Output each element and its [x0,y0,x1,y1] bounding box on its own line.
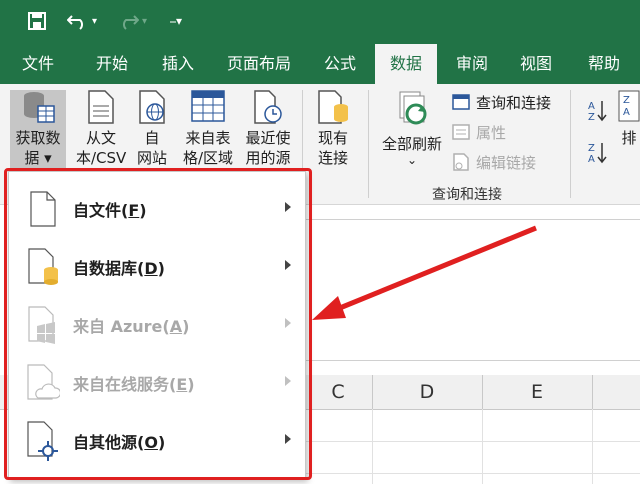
edit-links-icon [453,153,469,171]
from-table-range-button[interactable]: 来自表 格/区域 [180,90,236,168]
sort-descending-button[interactable]: ZA [586,140,608,168]
get-data-label: 获取数 [15,129,61,147]
svg-text:Z: Z [588,112,595,122]
recent-label-2: 用的源 [245,149,291,167]
recent-label: 最近使 [245,129,291,147]
grid-col-line [482,409,483,484]
text-file-icon [88,90,114,124]
tab-review[interactable]: 审阅 [446,44,498,84]
from-web-label: 自 [144,129,160,147]
svg-text:A: A [588,154,595,164]
from-text-label-2: 本/CSV [76,149,127,167]
grid-row-line [300,441,640,442]
sort-za-icon: ZA [588,143,607,164]
existing-label: 现有 [317,129,348,147]
undo-icon[interactable]: ▾ [62,8,102,34]
svg-text:Z: Z [588,143,595,154]
web-icon [139,90,165,124]
tab-view[interactable]: 视图 [510,44,562,84]
refresh-all-caret: ⌄ [406,153,418,167]
queries-connections-label: 查询和连接 [476,93,552,112]
cloud-icon [23,359,63,407]
from-text-label: 从文 [85,129,116,147]
properties-icon [452,124,470,140]
recent-sources-icon [254,90,282,124]
database-table-icon [24,92,55,123]
from-table-label: 来自表 [185,129,231,147]
svg-text:Z: Z [623,95,630,106]
submenu-arrow-icon [285,318,291,328]
menu-item-label: 自文件(F) [73,201,147,220]
azure-icon [23,301,63,349]
tab-data[interactable]: 数据 [375,44,437,84]
submenu-arrow-icon [285,376,291,386]
ribbon-separator [368,90,369,198]
menu-item-label: 自数据库(D) [73,259,165,278]
submenu-arrow-icon [285,260,291,270]
tab-file[interactable]: 文件 [10,44,66,84]
ribbon-separator [570,90,571,198]
from-web-label-2: 网站 [136,149,167,167]
ribbon-tabs: 文件 开始 插入 页面布局 公式 数据 审阅 视图 帮助 [0,44,640,84]
menu-item-label: 来自 Azure(A) [73,317,190,336]
menu-item-from-database[interactable]: 自数据库(D) [9,238,305,296]
menu-item-from-azure[interactable]: 来自 Azure(A) [9,296,305,354]
from-text-csv-button[interactable]: 从文 本/CSV [76,90,126,168]
from-table-label-2: 格/区域 [182,149,234,167]
edit-links-button[interactable]: 编辑链接 [452,150,536,174]
grid-col-line [372,409,373,484]
sort-button[interactable]: ZA 排 [618,90,640,148]
refresh-all-button[interactable]: 全部刷新 ⌄ [376,90,448,166]
submenu-arrow-icon [285,202,291,212]
from-web-button[interactable]: 自 网站 [130,90,174,168]
menu-item-from-other-sources[interactable]: 自其他源(O) [9,412,305,470]
get-data-menu: 自文件(F) 自数据库(D) 来自 Azure(A) 来自在线服务(E) 自其他… [8,171,306,479]
grid-row-line [300,473,640,474]
svg-text:A: A [588,101,595,112]
submenu-arrow-icon [285,434,291,444]
tab-page-layout[interactable]: 页面布局 [218,44,300,84]
formula-bar[interactable] [300,219,640,361]
menu-item-from-online-services[interactable]: 来自在线服务(E) [9,354,305,412]
save-icon[interactable] [24,8,50,34]
table-icon [191,90,225,122]
properties-button[interactable]: 属性 [452,120,506,144]
column-header-e[interactable]: E [482,375,593,409]
sort-label: 排 [621,129,637,147]
recent-sources-button[interactable]: 最近使 用的源 [240,90,296,168]
refresh-all-label: 全部刷新 [381,135,442,153]
get-data-label-2: 据 ▾ [24,149,52,167]
menu-item-label: 自其他源(O) [73,433,166,452]
edit-links-label: 编辑链接 [476,153,537,172]
refresh-all-icon [399,91,427,125]
get-data-button[interactable]: 获取数 据 ▾ [10,90,66,174]
tab-formulas[interactable]: 公式 [314,44,366,84]
properties-label: 属性 [476,123,507,142]
sort-icon: ZA [618,90,640,122]
redo-icon[interactable]: ▾ [112,8,152,34]
file-icon [23,185,63,233]
tab-insert[interactable]: 插入 [150,44,206,84]
tab-home[interactable]: 开始 [84,44,140,84]
menu-item-label: 来自在线服务(E) [73,375,195,394]
grid-col-line [592,409,593,484]
existing-connections-button[interactable]: 现有 连接 [308,90,358,168]
queries-connections-icon [452,94,470,110]
column-header-d[interactable]: D [372,375,483,409]
group-label-queries: 查询和连接 [432,187,502,203]
customize-toolbar-icon[interactable]: ⎯▾ [166,8,186,34]
svg-text:A: A [623,107,630,118]
queries-connections-button[interactable]: 查询和连接 [452,90,551,114]
tab-help[interactable]: 帮助 [576,44,632,84]
existing-label-2: 连接 [317,149,348,167]
sort-ascending-button[interactable]: AZ [586,98,608,126]
sort-az-icon: AZ [588,101,607,122]
existing-connections-icon [318,90,348,124]
menu-item-from-file[interactable]: 自文件(F) [9,180,305,238]
title-bar: ▾ ▾ ⎯▾ [0,0,640,44]
database-icon [23,243,63,291]
worksheet: fx C D E 自文件(F) 自数据库(D) 来自 Azur [0,171,640,484]
column-header-c[interactable]: C [304,375,373,409]
other-sources-icon [23,417,63,465]
